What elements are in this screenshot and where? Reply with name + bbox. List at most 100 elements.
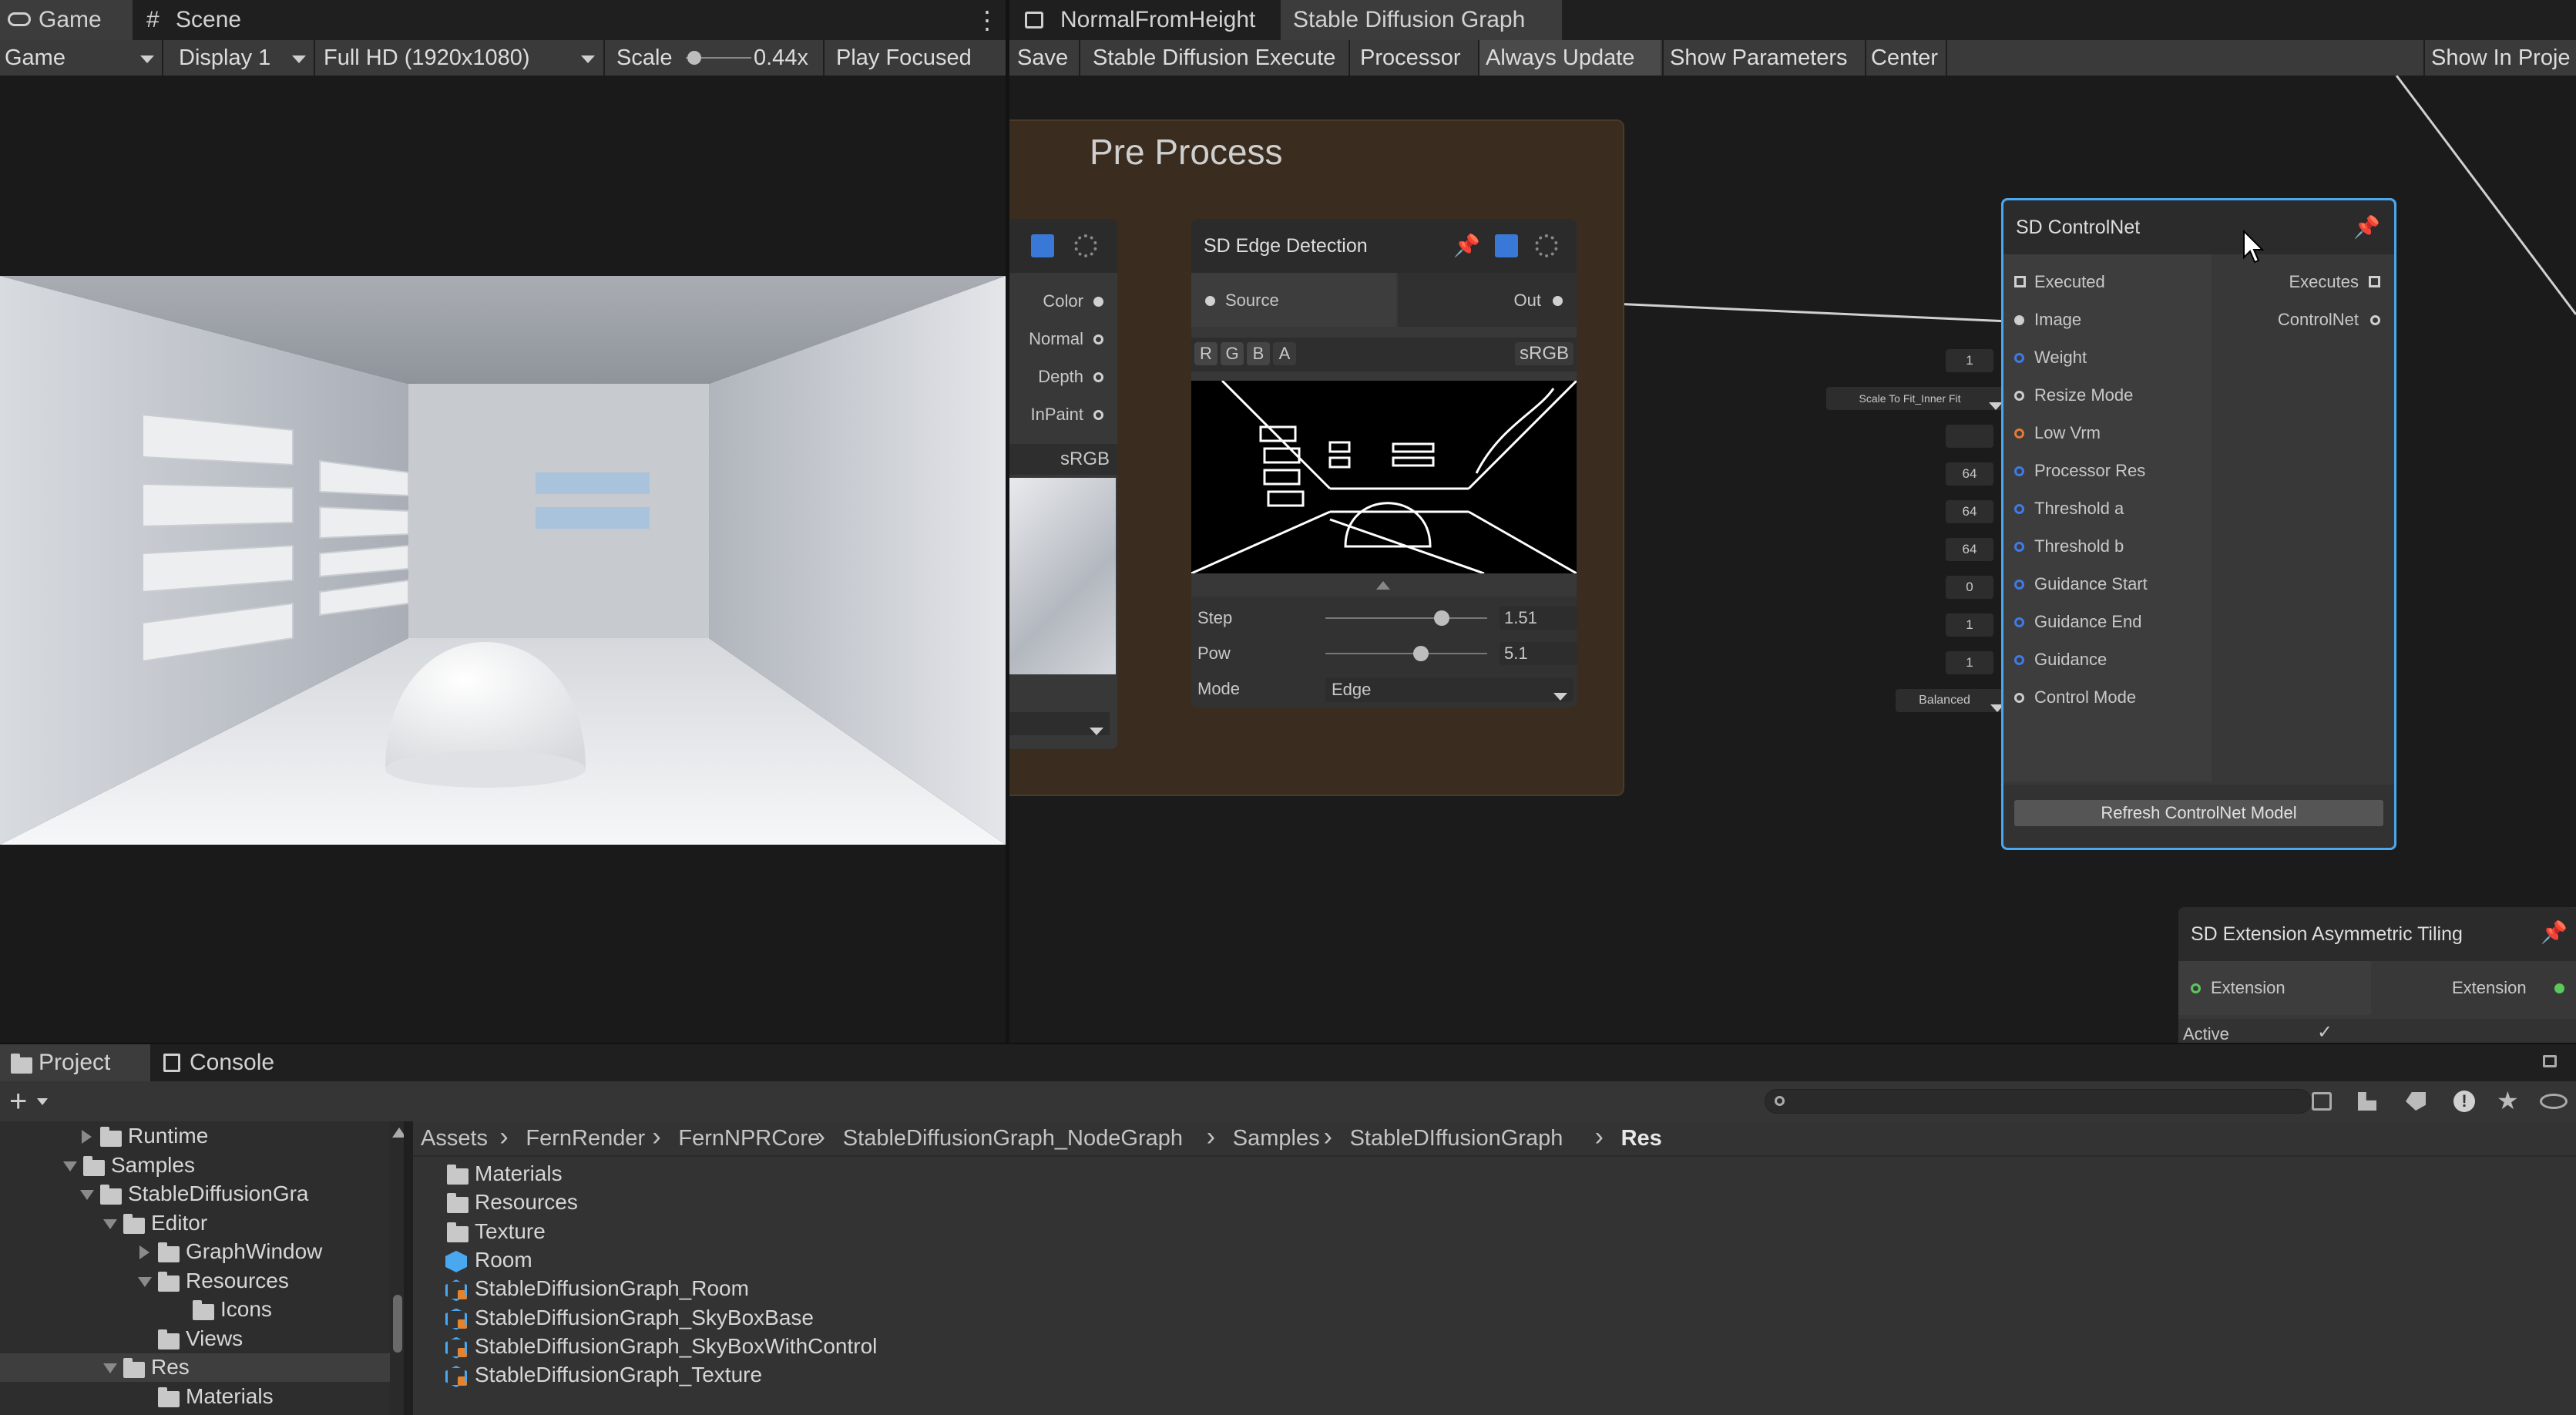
guidance-field[interactable]: 1 bbox=[1946, 651, 1993, 674]
resize-mode-dropdown[interactable]: Scale To Fit_Inner Fit bbox=[1826, 387, 2009, 410]
expanded-arrow-icon[interactable] bbox=[103, 1363, 117, 1373]
file-list-item[interactable]: StableDiffusionGraph_Room bbox=[413, 1275, 1338, 1303]
controlnet-input-port[interactable] bbox=[2014, 504, 2024, 514]
pow-input[interactable]: 5.1 bbox=[1500, 642, 1578, 665]
low-vram-toggle[interactable] bbox=[1946, 425, 1993, 448]
file-list-item[interactable]: Room bbox=[413, 1246, 1338, 1275]
file-list-item[interactable]: StableDiffusionGraph_SkyBoxWithControl bbox=[413, 1333, 1338, 1361]
kebab-menu-icon[interactable]: ⋮ bbox=[975, 0, 999, 40]
show-in-project-button[interactable]: Show In Proje bbox=[2431, 40, 2571, 76]
executes-port[interactable] bbox=[2369, 276, 2380, 287]
gear-icon[interactable] bbox=[1074, 234, 1097, 257]
hidden-visibility-icon[interactable] bbox=[2540, 1094, 2568, 1109]
active-checkbox[interactable]: ✓ bbox=[2317, 1021, 2333, 1043]
out-port-dot[interactable] bbox=[1553, 296, 1563, 306]
step-input[interactable]: 1.51 bbox=[1500, 607, 1578, 630]
save-icon[interactable] bbox=[1495, 234, 1518, 257]
tree-item[interactable]: Res bbox=[0, 1353, 390, 1382]
extension-in-port[interactable] bbox=[2191, 983, 2201, 993]
expanded-arrow-icon[interactable] bbox=[63, 1161, 77, 1171]
pow-slider[interactable] bbox=[1325, 646, 1487, 661]
file-list-item[interactable]: Texture bbox=[413, 1218, 1338, 1246]
warning-filter-icon[interactable]: ! bbox=[2453, 1091, 2475, 1112]
threshold-a-field[interactable]: 64 bbox=[1946, 500, 1993, 523]
lock-icon[interactable] bbox=[2543, 1055, 2557, 1067]
source-port-dot[interactable] bbox=[1205, 296, 1215, 306]
guidance-start-field[interactable]: 0 bbox=[1946, 576, 1993, 599]
port-inpaint-dot[interactable] bbox=[1093, 410, 1103, 420]
file-list-item[interactable]: Materials bbox=[413, 1160, 1338, 1188]
port-color-dot[interactable] bbox=[1093, 297, 1103, 307]
port-normal-dot[interactable] bbox=[1093, 334, 1103, 345]
input-node-dropdown[interactable] bbox=[1009, 712, 1110, 735]
channel-a-toggle[interactable]: A bbox=[1273, 342, 1296, 365]
threshold-b-field[interactable]: 64 bbox=[1946, 538, 1993, 561]
extension-out-port[interactable] bbox=[2554, 983, 2564, 993]
tree-item[interactable]: Icons bbox=[0, 1296, 390, 1324]
controlnet-out-port[interactable] bbox=[2370, 315, 2380, 325]
controlnet-input-port[interactable] bbox=[2014, 542, 2024, 552]
breadcrumb-item[interactable]: Res bbox=[1621, 1123, 1662, 1154]
play-focused-dropdown[interactable]: Play Focused bbox=[836, 40, 972, 76]
tree-item[interactable]: StableDiffusionGra bbox=[0, 1180, 390, 1208]
label-tag-icon[interactable] bbox=[2406, 1092, 2426, 1111]
execute-button[interactable]: Stable Diffusion Execute bbox=[1093, 40, 1335, 76]
pin-icon[interactable]: 📌 bbox=[1453, 233, 1480, 258]
graph-canvas[interactable]: Pre Process Color Normal Depth InPaint s… bbox=[1009, 76, 2576, 1043]
controlnet-input-port[interactable] bbox=[2014, 466, 2024, 476]
collapsed-arrow-icon[interactable] bbox=[82, 1130, 92, 1144]
tab-console[interactable]: Console bbox=[154, 1044, 308, 1081]
favorite-star-icon[interactable]: ★ bbox=[2497, 1086, 2519, 1115]
tree-item[interactable]: Samples bbox=[0, 1151, 390, 1180]
tree-item[interactable]: Views bbox=[0, 1325, 390, 1353]
pin-icon[interactable]: 📌 bbox=[2541, 919, 2568, 945]
edge-detection-node[interactable]: SD Edge Detection 📌 Source Out R G B A s… bbox=[1191, 219, 1578, 708]
tab-project[interactable]: Project bbox=[0, 1044, 150, 1081]
breadcrumb-item[interactable]: FernNPRCore bbox=[678, 1123, 820, 1154]
gear-icon[interactable] bbox=[1535, 234, 1558, 257]
tab-stable-diffusion-graph[interactable]: Stable Diffusion Graph bbox=[1281, 0, 1562, 40]
channel-g-toggle[interactable]: G bbox=[1221, 342, 1244, 365]
tab-normal-from-height[interactable]: NormalFromHeight bbox=[1017, 0, 1279, 40]
processor-res-field[interactable]: 64 bbox=[1946, 462, 1993, 486]
breadcrumb-item[interactable]: Samples bbox=[1233, 1123, 1320, 1154]
controlnet-input-port[interactable] bbox=[2014, 580, 2024, 590]
add-asset-button[interactable]: + bbox=[9, 1081, 27, 1121]
input-node[interactable]: Color Normal Depth InPaint sRGB bbox=[1009, 219, 1117, 749]
scale-slider[interactable] bbox=[686, 51, 751, 65]
display-dropdown[interactable]: Display 1 bbox=[170, 40, 312, 76]
breadcrumb-item[interactable]: Assets bbox=[421, 1123, 488, 1154]
game-viewport[interactable] bbox=[0, 76, 1006, 1043]
save-icon[interactable] bbox=[1031, 234, 1054, 257]
controlnet-input-port[interactable] bbox=[2014, 429, 2024, 439]
center-button[interactable]: Center bbox=[1871, 40, 1938, 76]
tab-scene[interactable]: # Scene bbox=[139, 0, 270, 40]
controlnet-input-port[interactable] bbox=[2014, 276, 2026, 287]
tree-item[interactable]: GraphWindow bbox=[0, 1238, 390, 1266]
processor-button[interactable]: Processor bbox=[1360, 40, 1461, 76]
resolution-dropdown[interactable]: Full HD (1920x1080) bbox=[316, 40, 601, 76]
tree-scrollbar[interactable] bbox=[390, 1121, 406, 1415]
collapsed-arrow-icon[interactable] bbox=[139, 1245, 149, 1259]
scene-search-icon[interactable] bbox=[2312, 1092, 2332, 1111]
controlnet-input-port[interactable] bbox=[2014, 693, 2024, 703]
tree-item[interactable]: Resources bbox=[0, 1267, 390, 1296]
asymmetric-tiling-node[interactable]: SD Extension Asymmetric Tiling 📌 Extensi… bbox=[2178, 907, 2576, 1043]
expanded-arrow-icon[interactable] bbox=[138, 1276, 152, 1287]
controlnet-input-port[interactable] bbox=[2014, 655, 2024, 665]
pin-icon[interactable]: 📌 bbox=[2353, 214, 2380, 240]
guidance-end-field[interactable]: 1 bbox=[1946, 613, 1993, 637]
channel-b-toggle[interactable]: B bbox=[1247, 342, 1270, 365]
collapse-arrow-icon[interactable] bbox=[1376, 581, 1390, 590]
control-mode-dropdown[interactable]: Balanced bbox=[1896, 689, 2010, 712]
controlnet-input-port[interactable] bbox=[2014, 391, 2024, 401]
mode-dropdown[interactable]: Edge bbox=[1325, 677, 1573, 702]
channel-r-toggle[interactable]: R bbox=[1194, 342, 1217, 365]
filter-type-icon[interactable] bbox=[2358, 1092, 2376, 1111]
tree-item[interactable]: Editor bbox=[0, 1209, 390, 1238]
file-list-item[interactable]: Resources bbox=[413, 1188, 1338, 1217]
tab-game[interactable]: Game bbox=[0, 0, 133, 40]
file-list-item[interactable]: StableDiffusionGraph_SkyBoxBase bbox=[413, 1304, 1338, 1333]
tree-item[interactable]: Runtime bbox=[0, 1122, 390, 1151]
add-dropdown-arrow-icon[interactable] bbox=[37, 1098, 48, 1105]
